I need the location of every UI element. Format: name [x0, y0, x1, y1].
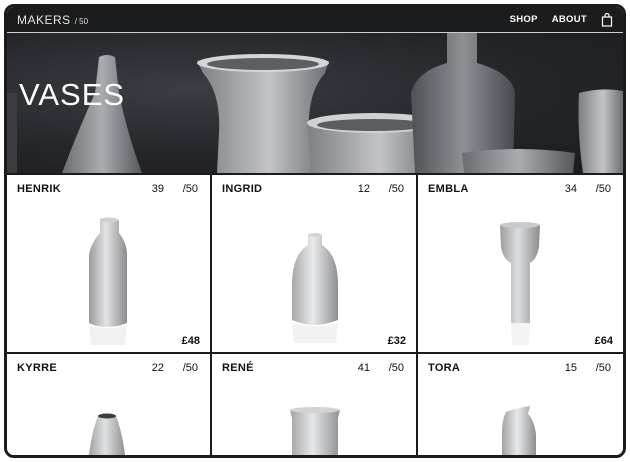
- product-card-tora[interactable]: TORA 15 /50: [418, 354, 623, 455]
- nav-link-about[interactable]: ABOUT: [552, 14, 587, 25]
- product-price: £64: [594, 335, 613, 347]
- vase-image-rene: [290, 407, 340, 455]
- brand-name: MAKERS: [17, 12, 71, 27]
- product-card-embla[interactable]: EMBLA 34 /50 £64: [418, 175, 623, 354]
- product-card-rene[interactable]: RENÉ 41 /50: [212, 354, 418, 455]
- product-card-ingrid[interactable]: INGRID 12 /50 £32: [212, 175, 418, 354]
- product-card-kyrre[interactable]: KYRRE 22 /50: [7, 354, 212, 455]
- brand-logo[interactable]: MAKERS / 50: [17, 13, 88, 27]
- hero-banner: VASES: [7, 33, 623, 173]
- brand-suffix: / 50: [74, 16, 89, 26]
- product-grid: HENRIK 39 /50 £48 INGRID 12 /50 £32 EMBL…: [7, 173, 623, 455]
- shopping-bag-icon[interactable]: [601, 12, 613, 27]
- page-frame: MAKERS / 50 SHOP ABOUT VASES HENRIK 39 /…: [4, 4, 626, 458]
- vase-image-embla: [500, 222, 540, 345]
- product-card-henrik[interactable]: HENRIK 39 /50 £48: [7, 175, 212, 354]
- vase-image-kyrre: [88, 413, 126, 455]
- product-price: £32: [387, 335, 406, 347]
- vase-image-tora: [502, 406, 536, 455]
- vase-image-henrik: [89, 217, 127, 345]
- nav-link-shop[interactable]: SHOP: [510, 14, 538, 25]
- top-nav: MAKERS / 50 SHOP ABOUT: [7, 7, 623, 33]
- page-title: VASES: [19, 77, 126, 112]
- vase-image-ingrid: [292, 233, 338, 343]
- product-price: £48: [181, 335, 200, 347]
